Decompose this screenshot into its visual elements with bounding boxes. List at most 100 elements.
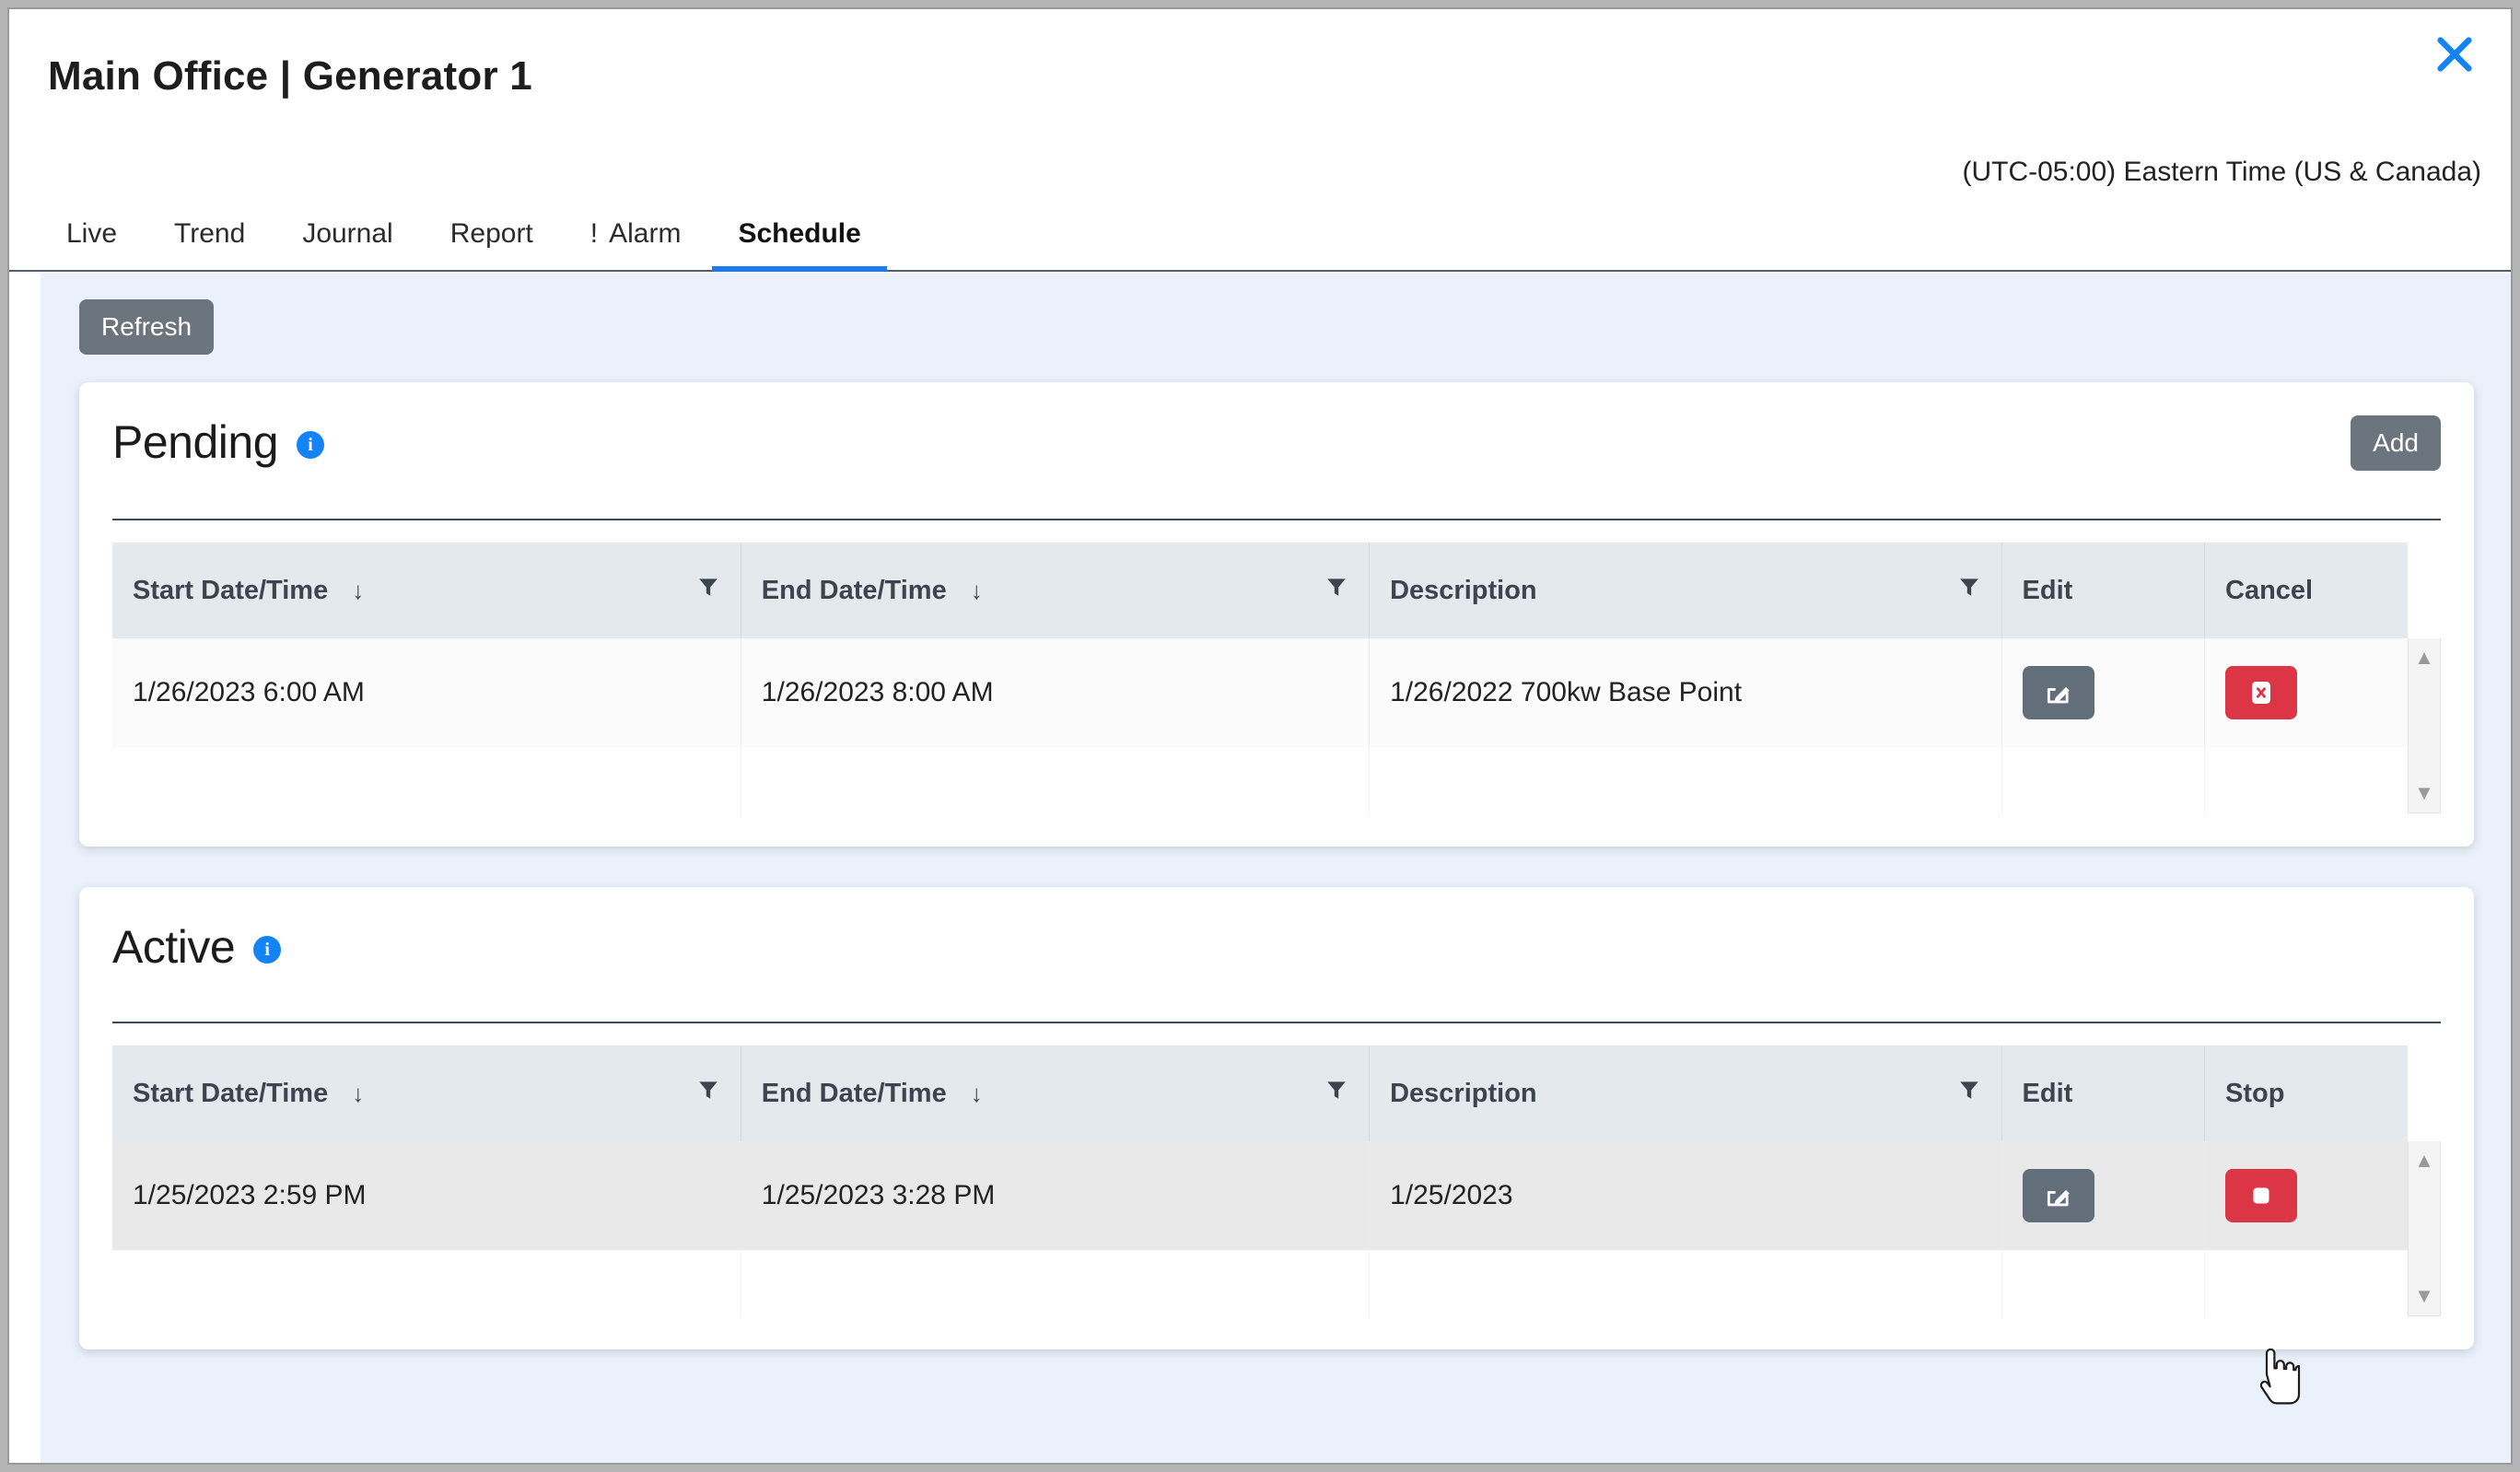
table-row[interactable]: 1/26/2023 6:00 AM 1/26/2023 8:00 AM 1/26… bbox=[112, 638, 2408, 747]
pending-divider bbox=[112, 519, 2441, 520]
pending-cell-cancel bbox=[2205, 638, 2409, 747]
filter-icon[interactable] bbox=[1957, 575, 1981, 606]
active-col-edit: Edit bbox=[2001, 1046, 2204, 1141]
funnel-glyph bbox=[1957, 575, 1981, 599]
funnel-glyph bbox=[1324, 1078, 1348, 1102]
pending-col-cancel: Cancel bbox=[2205, 543, 2409, 638]
toolbar: Refresh bbox=[79, 299, 2474, 355]
schedule-panel: Refresh Pending i Add bbox=[41, 274, 2511, 1463]
pending-cell-edit bbox=[2001, 638, 2204, 747]
active-col-description[interactable]: Description bbox=[1370, 1046, 2001, 1141]
active-col-stop: Stop bbox=[2205, 1046, 2409, 1141]
active-info-icon[interactable]: i bbox=[253, 936, 281, 964]
timezone-label: (UTC-05:00) Eastern Time (US & Canada) bbox=[1962, 157, 2481, 188]
active-cell-description: 1/25/2023 bbox=[1370, 1141, 2001, 1250]
sort-desc-icon[interactable]: ↓ bbox=[971, 578, 983, 602]
pending-col-end[interactable]: End Date/Time ↓ bbox=[741, 543, 1369, 638]
tab-trend-label: Trend bbox=[174, 218, 245, 249]
pending-grid: Start Date/Time ↓ bbox=[112, 543, 2441, 815]
sort-desc-icon[interactable]: ↓ bbox=[352, 1081, 364, 1105]
pencil-square-glyph bbox=[2043, 677, 2074, 708]
funnel-glyph bbox=[1957, 1078, 1981, 1102]
scroll-down-icon[interactable]: ▼ bbox=[2409, 1286, 2440, 1306]
pending-grid-main: Start Date/Time ↓ bbox=[112, 543, 2408, 815]
active-scrollbar[interactable]: ▲ ▼ bbox=[2408, 1141, 2441, 1316]
pending-col-end-label: End Date/Time bbox=[762, 576, 947, 606]
active-cell-stop bbox=[2205, 1141, 2409, 1250]
scroll-down-icon[interactable]: ▼ bbox=[2409, 783, 2440, 803]
pending-col-description-label: Description bbox=[1390, 576, 1537, 606]
pending-header-row: Start Date/Time ↓ bbox=[112, 543, 2408, 638]
active-divider bbox=[112, 1022, 2441, 1023]
tab-live-label: Live bbox=[66, 218, 117, 249]
filter-icon[interactable] bbox=[1324, 575, 1348, 606]
modal-window: Main Office | Generator 1 (UTC-05:00) Ea… bbox=[7, 7, 2513, 1465]
close-icon[interactable] bbox=[2426, 26, 2483, 83]
filter-icon[interactable] bbox=[696, 1078, 720, 1109]
active-title: Active bbox=[112, 920, 235, 974]
tab-alarm-label: Alarm bbox=[609, 218, 681, 249]
active-cell-edit bbox=[2001, 1141, 2204, 1250]
active-col-end[interactable]: End Date/Time ↓ bbox=[741, 1046, 1369, 1141]
filter-icon[interactable] bbox=[1957, 1078, 1981, 1109]
pencil-square-glyph bbox=[2043, 1180, 2074, 1211]
pending-col-start-label: Start Date/Time bbox=[133, 576, 328, 606]
refresh-button[interactable]: Refresh bbox=[79, 299, 214, 355]
edit-icon[interactable] bbox=[2023, 666, 2094, 719]
pending-cell-start: 1/26/2023 6:00 AM bbox=[112, 638, 741, 747]
pending-card-header: Pending i Add bbox=[112, 415, 2441, 471]
tab-trend[interactable]: Trend bbox=[174, 218, 245, 270]
pending-cell-description: 1/26/2022 700kw Base Point bbox=[1370, 638, 2001, 747]
pending-filler-row bbox=[112, 747, 2408, 815]
pending-col-edit-label: Edit bbox=[2023, 576, 2073, 605]
tab-journal[interactable]: Journal bbox=[302, 218, 392, 270]
tab-alarm[interactable]: ! Alarm bbox=[590, 218, 682, 270]
window-titlebar: Main Office | Generator 1 (UTC-05:00) Ea… bbox=[9, 9, 2511, 152]
sort-desc-icon[interactable]: ↓ bbox=[352, 578, 364, 602]
tab-report-label: Report bbox=[450, 218, 533, 249]
filter-icon[interactable] bbox=[1324, 1078, 1348, 1109]
pending-col-description[interactable]: Description bbox=[1370, 543, 2001, 638]
active-title-group: Active i bbox=[112, 920, 281, 974]
pending-col-start[interactable]: Start Date/Time ↓ bbox=[112, 543, 741, 638]
tab-live[interactable]: Live bbox=[66, 218, 117, 270]
active-header-row: Start Date/Time ↓ bbox=[112, 1046, 2408, 1141]
stop-icon[interactable] bbox=[2225, 1169, 2297, 1222]
pending-title: Pending bbox=[112, 415, 278, 469]
active-col-start[interactable]: Start Date/Time ↓ bbox=[112, 1046, 741, 1141]
pending-table-body: 1/26/2023 6:00 AM 1/26/2023 8:00 AM 1/26… bbox=[112, 638, 2408, 815]
pending-title-group: Pending i bbox=[112, 415, 324, 469]
page-title: Main Office | Generator 1 bbox=[48, 53, 532, 99]
close-glyph bbox=[2433, 33, 2476, 76]
active-col-start-label: Start Date/Time bbox=[133, 1079, 328, 1109]
pending-table-head: Start Date/Time ↓ bbox=[112, 543, 2408, 638]
filter-icon[interactable] bbox=[696, 575, 720, 606]
active-table-head: Start Date/Time ↓ bbox=[112, 1046, 2408, 1141]
active-grid: Start Date/Time ↓ bbox=[112, 1046, 2441, 1318]
funnel-glyph bbox=[696, 1078, 720, 1102]
active-filler-row bbox=[112, 1250, 2408, 1318]
edit-icon[interactable] bbox=[2023, 1169, 2094, 1222]
alarm-exclamation-icon: ! bbox=[590, 218, 598, 249]
funnel-glyph bbox=[696, 575, 720, 599]
pending-scrollbar[interactable]: ▲ ▼ bbox=[2408, 638, 2441, 813]
scroll-up-icon[interactable]: ▲ bbox=[2409, 1151, 2440, 1171]
stop-square-glyph bbox=[2246, 1180, 2277, 1211]
tab-schedule[interactable]: Schedule bbox=[738, 218, 860, 270]
tab-report[interactable]: Report bbox=[450, 218, 533, 270]
pending-table: Start Date/Time ↓ bbox=[112, 543, 2408, 815]
pending-info-icon[interactable]: i bbox=[297, 431, 324, 459]
pending-col-cancel-label: Cancel bbox=[2225, 576, 2313, 605]
sort-desc-icon[interactable]: ↓ bbox=[971, 1081, 983, 1105]
active-cell-end: 1/25/2023 3:28 PM bbox=[741, 1141, 1369, 1250]
add-button[interactable]: Add bbox=[2351, 415, 2441, 471]
cancel-icon[interactable] bbox=[2225, 666, 2297, 719]
table-row[interactable]: 1/25/2023 2:59 PM 1/25/2023 3:28 PM 1/25… bbox=[112, 1141, 2408, 1250]
active-table-body: 1/25/2023 2:59 PM 1/25/2023 3:28 PM 1/25… bbox=[112, 1141, 2408, 1318]
funnel-glyph bbox=[1324, 575, 1348, 599]
active-card: Active i bbox=[79, 887, 2474, 1349]
tab-journal-label: Journal bbox=[302, 218, 392, 249]
active-cell-start: 1/25/2023 2:59 PM bbox=[112, 1141, 741, 1250]
active-col-description-label: Description bbox=[1390, 1079, 1537, 1109]
scroll-up-icon[interactable]: ▲ bbox=[2409, 648, 2440, 668]
